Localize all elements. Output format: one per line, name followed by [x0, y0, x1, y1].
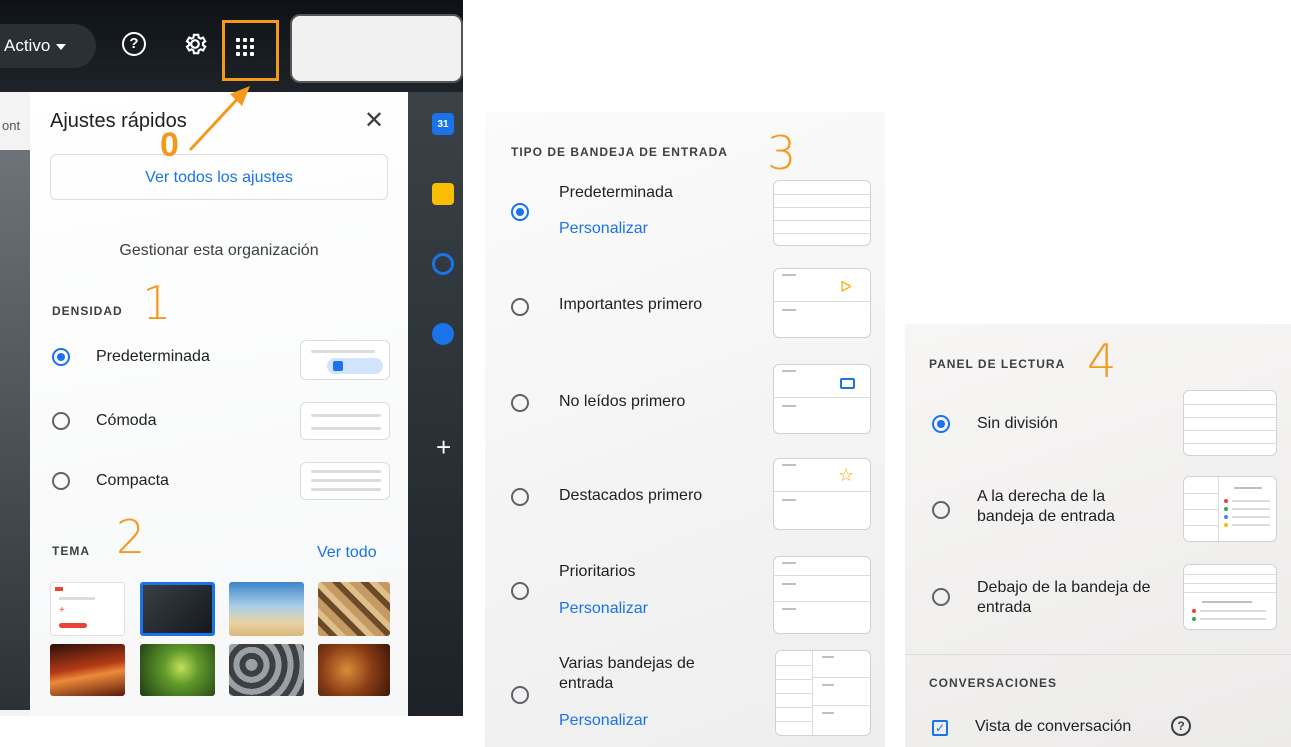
- keep-icon[interactable]: [432, 183, 454, 205]
- help-circle-icon[interactable]: ?: [1171, 716, 1191, 736]
- density-radio-comfortable[interactable]: [52, 412, 70, 430]
- density-comfortable-thumbnail: [300, 402, 390, 440]
- density-option-compact: Compacta: [96, 472, 169, 489]
- inbox-radio-multiple[interactable]: [511, 686, 529, 704]
- conversation-view-checkbox[interactable]: ✓: [932, 720, 948, 736]
- reading-pane-panel: PANEL DE LECTURA 4 Sin división A la der…: [905, 324, 1291, 747]
- inbox-option-important: Importantes primero: [559, 296, 703, 313]
- inbox-priority-thumbnail: [773, 556, 871, 634]
- inbox-option-default: Predeterminada: [559, 184, 673, 201]
- inbox-option-starred: Destacados primero: [559, 487, 703, 504]
- help-button[interactable]: ?: [122, 32, 152, 62]
- gear-icon: [185, 33, 207, 55]
- see-all-themes-link[interactable]: Ver todo: [317, 544, 377, 562]
- settings-button[interactable]: [180, 31, 210, 61]
- inbox-radio-priority[interactable]: [511, 582, 529, 600]
- divider: [905, 654, 1291, 655]
- status-dropdown[interactable]: Activo: [0, 24, 96, 68]
- density-option-default: Predeterminada: [96, 348, 210, 365]
- reading-radio-no-split[interactable]: [932, 415, 950, 433]
- inbox-multiple-thumbnail: [775, 650, 871, 736]
- inbox-type-panel: TIPO DE BANDEJA DE ENTRADA 3 Predetermin…: [485, 112, 885, 747]
- reading-radio-right[interactable]: [932, 501, 950, 519]
- density-compact-thumbnail: [300, 462, 390, 500]
- theme-tile-bubbles[interactable]: [229, 644, 304, 696]
- density-option-comfortable: Cómoda: [96, 412, 157, 429]
- add-icon[interactable]: +: [436, 432, 451, 463]
- contacts-icon[interactable]: [432, 323, 454, 345]
- inbox-option-unread: No leídos primero: [559, 393, 686, 410]
- theme-tile-night-sky[interactable]: [140, 582, 215, 636]
- reading-option-below: Debajo de la bandeja de entrada: [977, 579, 1151, 616]
- envelope-icon: [840, 378, 855, 389]
- help-circle-icon: ?: [122, 32, 146, 56]
- close-icon[interactable]: ✕: [364, 106, 384, 135]
- gmail-logo-icon: [55, 587, 63, 591]
- theme-tile-beach[interactable]: [229, 582, 304, 636]
- theme-tile-canyon[interactable]: [50, 644, 125, 696]
- density-radio-compact[interactable]: [52, 472, 70, 490]
- inbox-option-multiple: Varias bandejas de entrada: [559, 655, 695, 692]
- conversations-label: CONVERSACIONES: [929, 676, 1058, 690]
- tasks-icon[interactable]: [432, 253, 454, 275]
- inbox-option-priority: Prioritarios: [559, 563, 636, 580]
- annotation-1: 1: [142, 276, 172, 330]
- inbox-important-thumbnail: ᐅ: [773, 268, 871, 338]
- inbox-default-thumbnail: [773, 180, 871, 246]
- density-radio-default[interactable]: [52, 348, 70, 366]
- theme-tile-default[interactable]: +: [50, 582, 125, 636]
- annotation-4: 4: [1087, 334, 1117, 388]
- left-background-photo: [0, 150, 30, 710]
- star-icon: ☆: [838, 465, 855, 485]
- theme-tile-autumn[interactable]: [318, 644, 390, 696]
- inbox-radio-unread[interactable]: [511, 394, 529, 412]
- density-default-thumbnail: [300, 340, 390, 380]
- quick-settings-panel: Ajustes rápidos ✕ Ver todos los ajustes …: [30, 92, 408, 716]
- theme-tile-chess[interactable]: [318, 582, 390, 636]
- inbox-priority-customize-link[interactable]: Personalizar: [559, 600, 648, 618]
- inbox-radio-default[interactable]: [511, 203, 529, 221]
- conversation-view-label: Vista de conversación: [975, 718, 1132, 735]
- annotation-3: 3: [767, 126, 797, 180]
- calendar-icon[interactable]: 31: [432, 113, 454, 135]
- inbox-type-label: TIPO DE BANDEJA DE ENTRADA: [511, 145, 728, 159]
- reading-below-thumbnail: [1183, 564, 1277, 630]
- document-icon: [333, 361, 343, 371]
- annotation-arrow: [188, 86, 250, 152]
- reading-no-split-thumbnail: [1183, 390, 1277, 456]
- account-box[interactable]: [290, 14, 463, 83]
- inbox-radio-important[interactable]: [511, 298, 529, 316]
- theme-section-label: TEMA: [52, 544, 90, 558]
- reading-right-thumbnail: [1183, 476, 1277, 542]
- inbox-multiple-customize-link[interactable]: Personalizar: [559, 712, 648, 730]
- annotation-0: 0: [160, 126, 179, 164]
- partial-text: ont: [2, 118, 21, 133]
- inbox-default-customize-link[interactable]: Personalizar: [559, 220, 648, 238]
- apps-grid-icon: [236, 38, 254, 56]
- reading-option-right: A la derecha de la bandeja de entrada: [977, 488, 1115, 525]
- inbox-starred-thumbnail: ☆: [773, 458, 871, 530]
- status-label: Activo: [4, 36, 51, 55]
- manage-organization-link[interactable]: Gestionar esta organización: [30, 242, 408, 260]
- reading-option-no-split: Sin división: [977, 415, 1058, 432]
- inbox-radio-starred[interactable]: [511, 488, 529, 506]
- important-marker-icon: ᐅ: [840, 279, 852, 296]
- gmail-quick-settings-screenshot: Activo ? ont 31 + Ajustes rápidos ✕ Ver …: [0, 0, 463, 716]
- see-all-settings-button[interactable]: Ver todos los ajustes: [50, 154, 388, 200]
- inbox-unread-thumbnail: [773, 364, 871, 434]
- annotation-2: 2: [116, 510, 146, 564]
- density-section-label: DENSIDAD: [52, 304, 123, 318]
- theme-tile-leaf[interactable]: [140, 644, 215, 696]
- chevron-down-icon: [56, 43, 67, 50]
- reading-radio-below[interactable]: [932, 588, 950, 606]
- reading-pane-label: PANEL DE LECTURA: [929, 357, 1066, 371]
